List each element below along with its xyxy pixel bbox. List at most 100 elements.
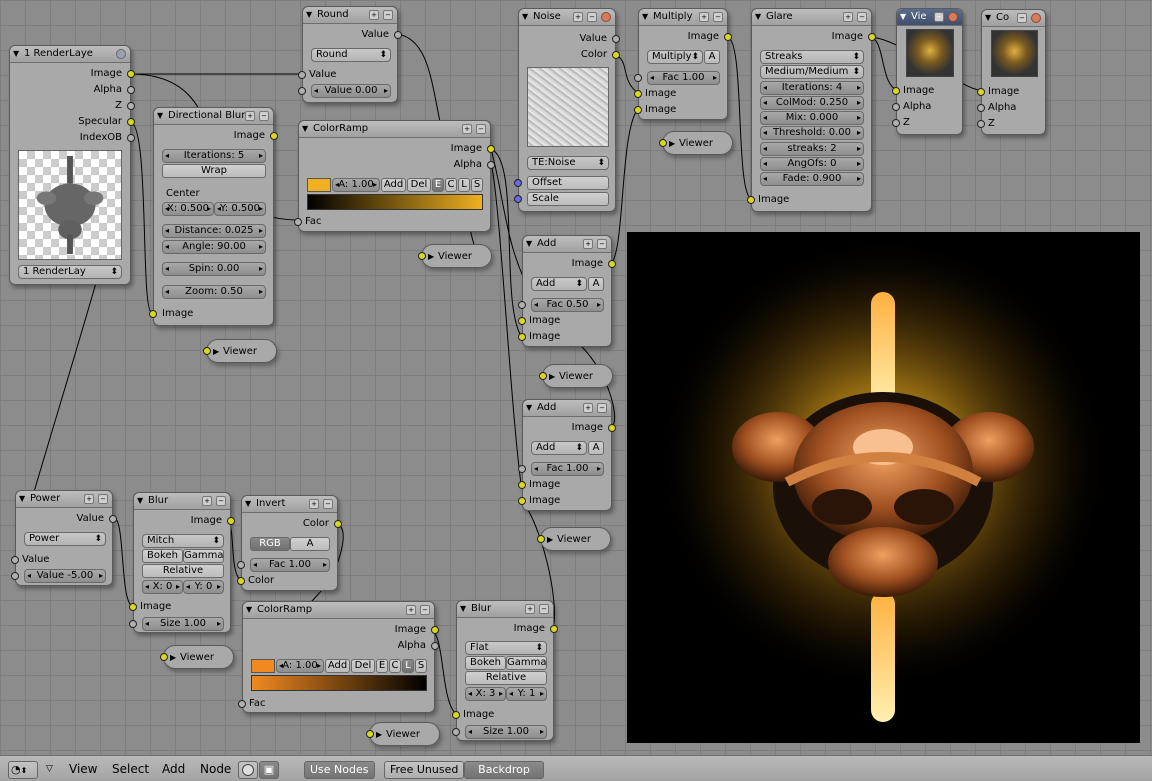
viewer-node[interactable]: ▶ Viewer (659, 131, 733, 155)
filter-type-select[interactable]: Mitch (142, 534, 224, 548)
socket[interactable] (237, 561, 245, 569)
colorramp-node[interactable]: ▼ColorRamp +− Image Alpha A: 1.00 Add De… (294, 120, 495, 232)
socket[interactable] (127, 102, 135, 110)
minimize-icon[interactable]: − (383, 10, 393, 20)
collapse-menus-icon[interactable]: ▽ (46, 762, 53, 776)
socket[interactable] (868, 33, 876, 41)
expand-icon[interactable]: + (84, 494, 94, 504)
glare-type-select[interactable]: Streaks (760, 50, 864, 64)
socket[interactable] (612, 35, 620, 43)
round-node[interactable]: ▼Round +− Value Round Value Value 0.00 (298, 6, 402, 103)
composite-nodes-button[interactable]: ▣ (259, 761, 279, 779)
preview-icon[interactable] (948, 12, 958, 22)
minimize-icon[interactable]: − (713, 12, 723, 22)
preview-icon[interactable] (1031, 13, 1041, 23)
size-y-field[interactable]: Y: 1 (506, 687, 547, 701)
zoom-field[interactable]: Zoom: 0.50 (162, 285, 266, 299)
use-nodes-toggle[interactable]: Use Nodes (304, 761, 375, 779)
socket[interactable] (227, 517, 235, 525)
backdrop-toggle[interactable]: Backdrop (464, 761, 544, 779)
add-stop-button[interactable]: Add (325, 659, 350, 673)
gamma-toggle[interactable]: Gamma (183, 549, 224, 563)
use-alpha-toggle[interactable]: A (704, 50, 720, 64)
color-swatch[interactable] (307, 178, 331, 192)
socket[interactable] (418, 252, 426, 260)
viewer-node[interactable]: ▶ Viewer (539, 364, 613, 388)
socket[interactable] (109, 515, 117, 523)
blend-mode-select[interactable]: Multiply (647, 50, 703, 64)
filter-type-select[interactable]: Flat (465, 641, 547, 655)
expand-icon[interactable]: + (525, 604, 535, 614)
center-x-field[interactable]: X: 0.500 (162, 202, 214, 216)
color-swatch[interactable] (251, 659, 275, 673)
minimize-icon[interactable]: − (1017, 13, 1027, 23)
node-header[interactable]: ▼ Multiply + − (639, 9, 727, 26)
spline-button[interactable]: S (471, 178, 483, 192)
node-header[interactable]: ▼ Add + − (523, 236, 611, 253)
node-header[interactable]: ▼ Round + − (303, 7, 397, 24)
distance-field[interactable]: Distance: 0.025 (162, 224, 266, 238)
ease-button[interactable]: E (432, 178, 444, 192)
value-field[interactable]: Value -5.00 (24, 569, 106, 583)
node-header[interactable]: ▼ 1 RenderLaye (10, 46, 130, 63)
expand-icon[interactable]: + (573, 12, 583, 22)
minimize-icon[interactable]: − (934, 12, 944, 22)
add-stop-button[interactable]: Add (381, 178, 406, 192)
expand-icon[interactable]: + (309, 499, 319, 509)
invert-node[interactable]: ▼Invert +− Color RGB A Fac 1.00 Color (237, 495, 342, 591)
socket[interactable] (366, 730, 374, 738)
preview-icon[interactable] (601, 12, 611, 22)
expand-icon[interactable]: + (843, 12, 853, 22)
threshold-field[interactable]: Threshold: 0.00 (760, 126, 864, 140)
viewer-node[interactable]: ▶ Viewer (366, 722, 440, 746)
minimize-icon[interactable]: − (98, 494, 108, 504)
use-alpha-toggle[interactable]: A (588, 277, 604, 291)
add-node[interactable]: ▼Add +− Image Add A Fac 0.50 Image Image (518, 235, 616, 347)
socket[interactable] (298, 71, 306, 79)
cardinal-button[interactable]: C (445, 178, 457, 192)
fac-field[interactable]: Fac 1.00 (647, 71, 720, 85)
socket[interactable] (129, 603, 137, 611)
socket[interactable] (612, 51, 620, 59)
socket[interactable] (334, 520, 342, 528)
socket[interactable] (977, 104, 985, 112)
node-header[interactable]: ▼ Invert + − (242, 496, 337, 513)
linear-button[interactable]: L (458, 178, 470, 192)
minimize-icon[interactable]: − (323, 499, 333, 509)
fac-field[interactable]: Fac 0.50 (531, 298, 604, 312)
view-menu[interactable]: View (69, 762, 97, 776)
blur-node[interactable]: ▼Blur +− Image Flat Bokeh Gamma Relative… (452, 600, 558, 741)
expand-icon[interactable]: + (462, 124, 472, 134)
add-node[interactable]: ▼Add +− Image Add A Fac 1.00 Image Image (518, 399, 616, 511)
fac-field[interactable]: Fac 1.00 (531, 462, 604, 476)
size-y-field[interactable]: Y: 0 (183, 580, 224, 594)
colmod-field[interactable]: ColMod: 0.250 (760, 96, 864, 110)
node-header[interactable]: ▼ Glare + − (752, 9, 871, 26)
scale-input[interactable]: Scale (527, 192, 609, 206)
socket[interactable] (977, 88, 985, 96)
size-field[interactable]: Size 1.00 (465, 725, 547, 739)
angofs-field[interactable]: AngOfs: 0 (760, 157, 864, 171)
socket[interactable] (487, 161, 495, 169)
socket[interactable] (294, 218, 302, 226)
ease-button[interactable]: E (376, 659, 388, 673)
blend-mode-select[interactable]: Add (531, 441, 587, 455)
size-field[interactable]: Size 1.00 (142, 617, 224, 631)
minimize-icon[interactable]: − (420, 605, 430, 615)
quality-select[interactable]: Medium/Medium (760, 65, 864, 79)
angle-field[interactable]: Angle: 90.00 (162, 240, 266, 254)
socket[interactable] (270, 132, 278, 140)
expand-icon[interactable]: + (583, 239, 593, 249)
socket[interactable] (160, 653, 168, 661)
iterations-field[interactable]: Iterations: 4 (760, 81, 864, 95)
viewer-node[interactable]: ▶ Viewer (418, 244, 492, 268)
minimize-icon[interactable]: − (857, 12, 867, 22)
mix-field[interactable]: Mix: 0.000 (760, 111, 864, 125)
node-header[interactable]: ▼ ColorRamp + − (299, 121, 490, 138)
socket[interactable] (977, 120, 985, 128)
node-header[interactable]: ▼ Noise + − (519, 9, 615, 26)
socket[interactable] (892, 87, 900, 95)
minimize-icon[interactable]: − (597, 403, 607, 413)
socket[interactable] (487, 145, 495, 153)
node-menu[interactable]: Node (200, 762, 231, 776)
